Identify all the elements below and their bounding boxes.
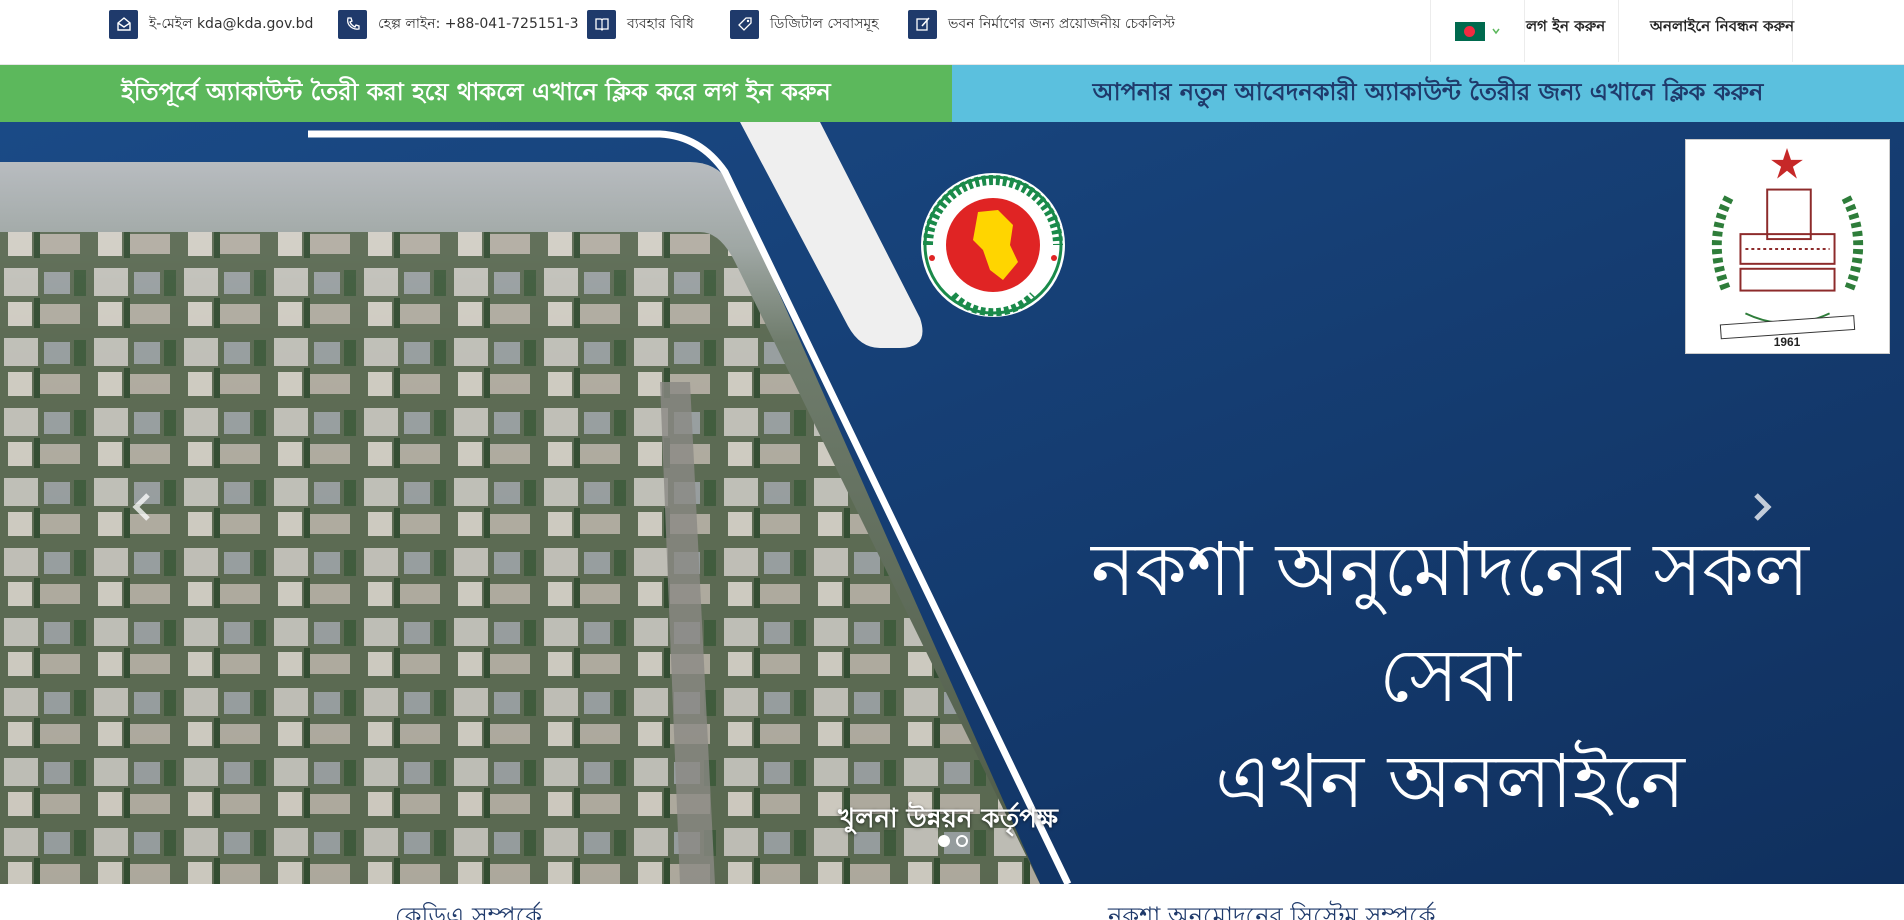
usage-rules-link[interactable]: ব্যবহার বিধি: [587, 9, 694, 39]
kda-logo: 1961: [1685, 139, 1890, 354]
top-bar: ই-মেইল kda@kda.gov.bd হেল্প লাইন: +88-04…: [0, 0, 1904, 65]
carousel-dot-2[interactable]: [956, 835, 968, 847]
helpline-contact[interactable]: হেল্প লাইন: +88-041-725151-3: [338, 9, 579, 39]
tag-icon: [730, 9, 759, 39]
hero-headline: নকশা অনুমোদনের সকল সেবা এখন অনলাইনে: [1010, 517, 1890, 835]
bangladesh-flag-icon: [1454, 21, 1485, 41]
language-selector[interactable]: [1430, 0, 1525, 62]
book-icon: [587, 9, 616, 39]
hero-headline-line1: নকশা অনুমোদনের সকল সেবা: [1090, 527, 1810, 719]
about-kda-heading: কেডিএ সম্পর্কে: [395, 902, 543, 920]
carousel-prev-arrow-icon[interactable]: [128, 487, 158, 527]
login-link[interactable]: লগ ইন করুন: [1526, 15, 1605, 40]
chevron-down-icon: [1491, 28, 1500, 35]
helpline-text: হেল্প লাইন: +88-041-725151-3: [378, 16, 579, 32]
building-checklist-text: ভবন নির্মাণের জন্য প্রয়োজনীয় চেকলিস্ট: [948, 16, 1175, 32]
carousel-dot-1[interactable]: [938, 835, 950, 847]
email-text: ই-মেইল kda@kda.gov.bd: [149, 16, 314, 32]
login-cta-text: ইতিপূর্বে অ্যাকাউন্ট তৈরী করা হয়ে থাকলে…: [121, 77, 831, 106]
digital-services-link[interactable]: ডিজিটাল সেবাসমূহ: [730, 9, 879, 39]
government-emblem-icon: [921, 173, 1065, 317]
carousel-next-arrow-icon[interactable]: [1746, 487, 1776, 527]
kda-logo-icon: 1961: [1711, 147, 1864, 349]
usage-rules-text: ব্যবহার বিধি: [627, 16, 694, 32]
digital-services-text: ডিজিটাল সেবাসমূহ: [770, 16, 879, 32]
envelope-icon: [109, 9, 138, 39]
hero-carousel: 1961 নকশা অনুমোদনের সকল সেবা এখন অনলাইনে…: [0, 122, 1904, 884]
register-cta-text: আপনার নতুন আবেদনকারী অ্যাকাউন্ট তৈরীর জন…: [1092, 77, 1764, 106]
register-cta-button[interactable]: আপনার নতুন আবেদনকারী অ্যাকাউন্ট তৈরীর জন…: [952, 65, 1904, 122]
building-checklist-link[interactable]: ভবন নির্মাণের জন্য প্রয়োজনীয় চেকলিস্ট: [908, 9, 1175, 39]
register-online-link[interactable]: অনলাইনে নিবন্ধন করুন: [1650, 15, 1794, 40]
carousel-indicators: [938, 835, 968, 847]
email-contact[interactable]: ই-মেইল kda@kda.gov.bd: [109, 9, 313, 39]
hero-headline-line2: এখন অনলাইনে: [1215, 739, 1685, 825]
edit-icon: [908, 9, 937, 39]
kda-logo-year: 1961: [1774, 335, 1801, 349]
about-system-heading: নকশা অনুমোদনের সিস্টেম সম্পর্কে: [1108, 902, 1436, 920]
login-cta-button[interactable]: ইতিপূর্বে অ্যাকাউন্ট তৈরী করা হয়ে থাকলে…: [0, 65, 952, 122]
phone-icon: [338, 9, 367, 39]
